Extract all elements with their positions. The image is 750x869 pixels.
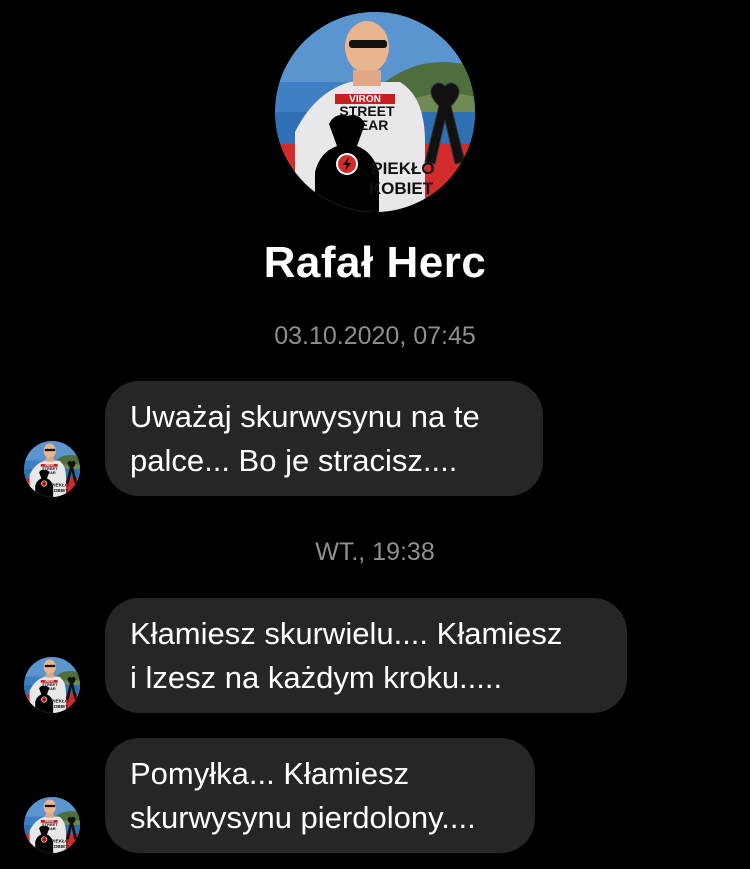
message-bubble[interactable]: Kłamiesz skurwielu.... Kłamiesz i lzesz … — [105, 598, 627, 713]
timestamp: 03.10.2020, 07:45 — [274, 322, 476, 350]
profile-photo-icon — [275, 12, 475, 212]
message-line: Pomyłka... Kłamiesz — [130, 756, 410, 791]
message-bubble[interactable]: Uważaj skurwysynu na te palce... Bo je s… — [105, 381, 543, 496]
message-line: palce... Bo je stracisz.... — [130, 443, 458, 478]
message-line: skurwysynu pierdolony.... — [130, 800, 476, 835]
message-line: Kłamiesz skurwielu.... Kłamiesz — [130, 616, 563, 651]
message-avatar[interactable] — [24, 797, 80, 853]
message-bubble[interactable]: Pomyłka... Kłamiesz skurwysynu pierdolon… — [105, 738, 535, 853]
message-avatar[interactable] — [24, 441, 80, 497]
contact-name[interactable]: Rafał Herc — [0, 238, 750, 288]
avatar-icon — [24, 441, 80, 497]
profile-avatar[interactable] — [275, 12, 475, 212]
message-line: Uważaj skurwysynu na te — [130, 399, 480, 434]
timestamp: WT., 19:38 — [315, 538, 435, 566]
message-avatar[interactable] — [24, 657, 80, 713]
message-line: i lzesz na każdym kroku..... — [130, 660, 503, 695]
avatar-icon — [24, 657, 80, 713]
avatar-icon — [24, 797, 80, 853]
